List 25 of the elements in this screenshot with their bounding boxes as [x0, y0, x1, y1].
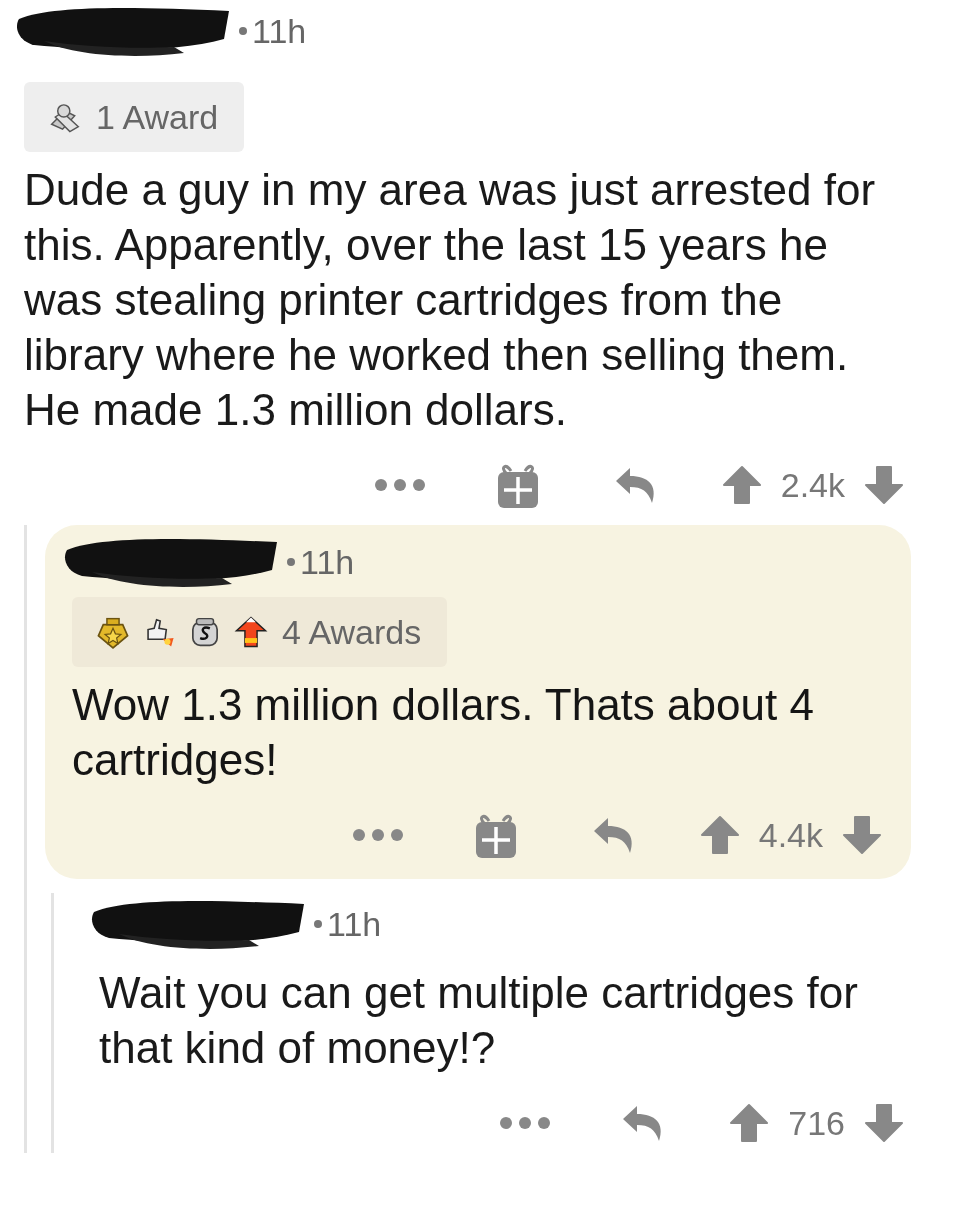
comment-time: 11h	[300, 542, 355, 582]
upvote-icon[interactable]	[730, 1103, 769, 1143]
award-icon	[96, 615, 130, 649]
downvote-icon[interactable]	[843, 815, 881, 855]
vote-score: 2.4k	[780, 465, 845, 505]
award-icon	[234, 615, 268, 649]
comment-time: 11h	[327, 904, 382, 944]
upvote-icon[interactable]	[700, 815, 739, 855]
more-icon[interactable]	[372, 477, 427, 493]
comment-text: Dude a guy in my area was just arrested for this. Apparently, over the last 15 years he was stealing printer cartridges from the library where he worked then selling them. He made 1.3 million dollars.	[24, 164, 877, 436]
awards-badge[interactable]: 4 Awards	[72, 597, 448, 667]
comment-text: Wait you can get multiple cartridges for that kind of money!?	[99, 967, 859, 1074]
awards-badge[interactable]: 1 Award	[24, 82, 245, 152]
vote-score: 4.4k	[758, 815, 823, 855]
separator-dot-icon	[313, 919, 323, 929]
comment-text: Wow 1.3 million dollars. Thats about 4 cartridges!	[72, 679, 815, 786]
upvote-icon[interactable]	[722, 465, 761, 505]
more-icon[interactable]	[498, 1115, 553, 1131]
separator-dot-icon	[238, 26, 248, 36]
downvote-icon[interactable]	[865, 465, 903, 505]
downvote-icon[interactable]	[865, 1103, 903, 1143]
vote-score: 716	[788, 1103, 845, 1143]
more-icon[interactable]	[350, 827, 405, 843]
comment-time: 11h	[252, 11, 307, 51]
separator-dot-icon	[286, 557, 296, 567]
